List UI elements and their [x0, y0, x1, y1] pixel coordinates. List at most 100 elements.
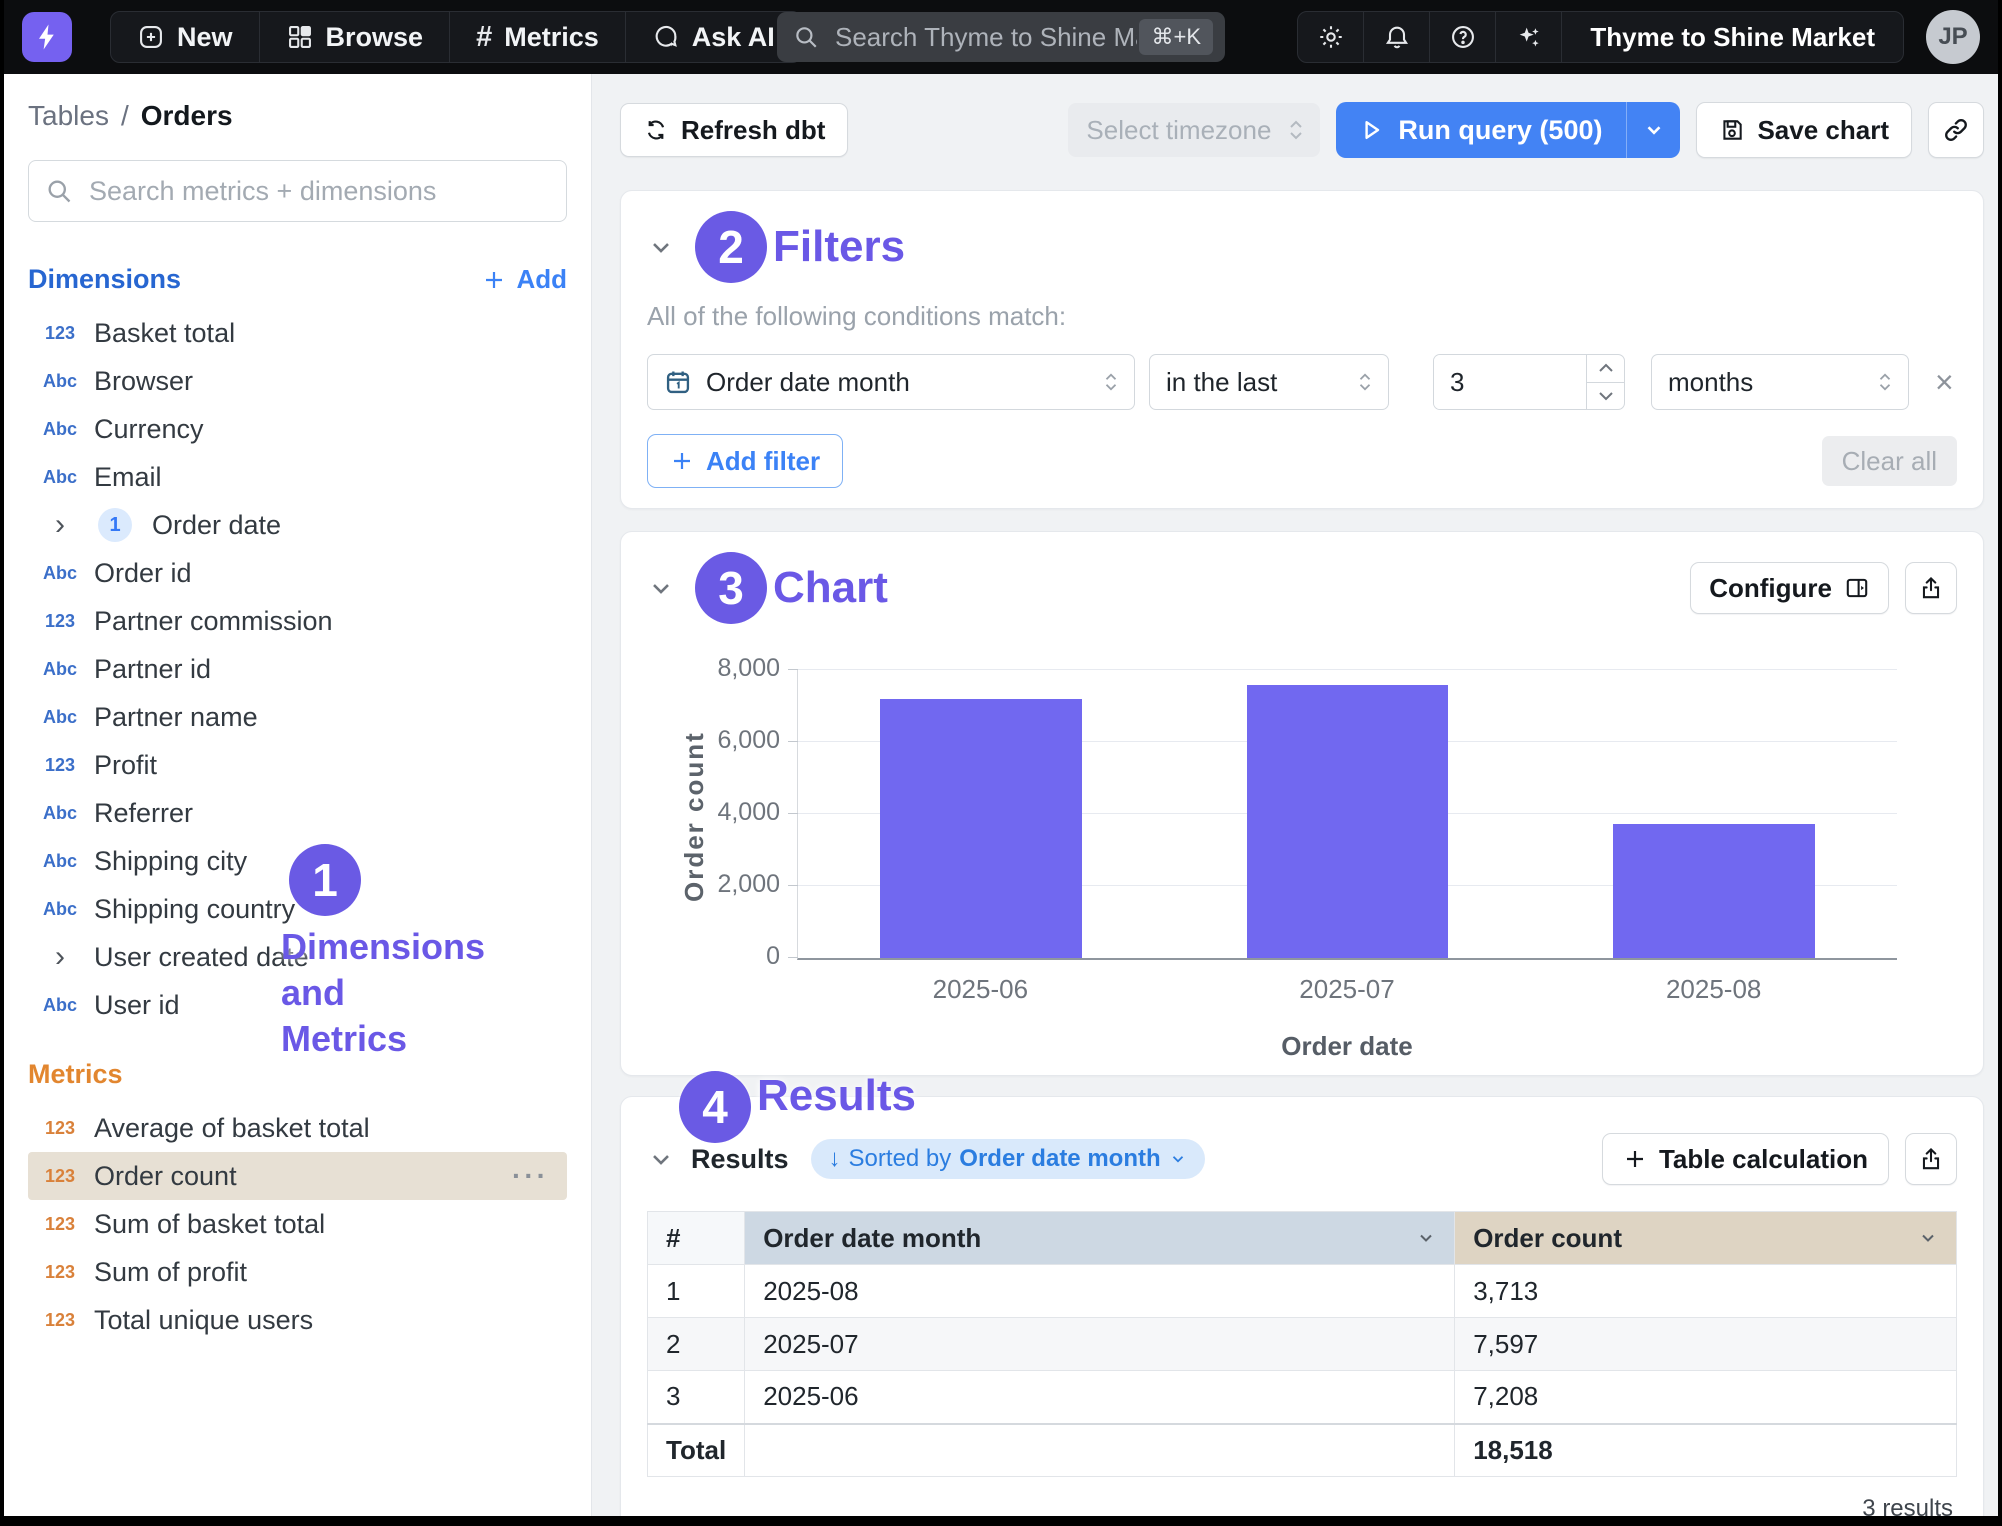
dimension-label: Basket total: [94, 318, 235, 349]
filter-operator-select[interactable]: in the last: [1149, 354, 1389, 410]
y-tick: [788, 957, 798, 958]
bar[interactable]: [1247, 685, 1448, 958]
share-link-button[interactable]: [1928, 102, 1984, 158]
dimension-item-order-date[interactable]: › 1 Order date: [28, 501, 567, 549]
nav-metrics-button[interactable]: # Metrics: [450, 12, 626, 62]
chevron-down-icon[interactable]: [1918, 1228, 1938, 1248]
chevron-right-icon[interactable]: ›: [40, 510, 80, 540]
metric-item-order-count[interactable]: 123 Order count ···: [28, 1152, 567, 1200]
dimension-item[interactable]: AbcBrowser: [28, 357, 567, 405]
chat-sparkle-icon: [652, 23, 680, 51]
y-tick-label: 8,000: [670, 654, 780, 683]
sorted-by-pill[interactable]: ↓ Sorted by Order date month: [811, 1139, 1205, 1179]
chevron-down-icon[interactable]: [1416, 1228, 1436, 1248]
dimension-item[interactable]: AbcEmail: [28, 453, 567, 501]
y-tick: [788, 813, 798, 814]
main-panel: Refresh dbt Select timezone: [592, 74, 1998, 1516]
dimension-item[interactable]: AbcOrder id: [28, 549, 567, 597]
notifications-button[interactable]: [1364, 12, 1430, 62]
string-type-icon: Abc: [40, 659, 80, 680]
dimension-label: Referrer: [94, 798, 193, 829]
metric-item[interactable]: 123Sum of profit: [28, 1248, 567, 1296]
dimension-item[interactable]: AbcPartner id: [28, 645, 567, 693]
table-row[interactable]: 3 2025-06 7,208: [648, 1371, 1957, 1424]
fields-search-input[interactable]: [87, 175, 550, 208]
settings-button[interactable]: [1298, 12, 1364, 62]
number-type-icon: 123: [40, 1118, 80, 1139]
metric-item[interactable]: 123Total unique users: [28, 1296, 567, 1344]
y-tick-label: 4,000: [670, 798, 780, 827]
dimension-item[interactable]: AbcCurrency: [28, 405, 567, 453]
dimension-item[interactable]: AbcUser id: [28, 981, 567, 1029]
collapse-results-icon[interactable]: [647, 1145, 675, 1173]
run-query-button[interactable]: Run query (500): [1336, 102, 1626, 158]
column-header-order-count[interactable]: Order count: [1455, 1212, 1957, 1265]
dimension-item[interactable]: AbcPartner name: [28, 693, 567, 741]
nav-browse-button[interactable]: Browse: [260, 12, 451, 62]
filter-field-select[interactable]: Order date month: [647, 354, 1135, 410]
chart-section: 3 Chart Configure: [620, 531, 1984, 1076]
string-type-icon: Abc: [40, 899, 80, 920]
dimension-item[interactable]: AbcShipping city: [28, 837, 567, 885]
help-button[interactable]: [1430, 12, 1496, 62]
total-value: 18,518: [1455, 1424, 1957, 1477]
plus-icon: [482, 268, 506, 292]
metric-item[interactable]: 123Sum of basket total: [28, 1200, 567, 1248]
breadcrumb-tables-link[interactable]: Tables: [28, 100, 109, 132]
org-switcher[interactable]: Thyme to Shine Market: [1562, 12, 1903, 62]
bar[interactable]: [1613, 824, 1814, 958]
metric-item[interactable]: 123Average of basket total: [28, 1104, 567, 1152]
global-search-input[interactable]: [833, 21, 1139, 54]
number-type-icon: 123: [40, 611, 80, 632]
nav-ask-ai-button[interactable]: Ask AI: [626, 12, 801, 62]
clear-all-button[interactable]: Clear all: [1822, 436, 1957, 486]
export-chart-button[interactable]: [1905, 562, 1957, 614]
dimension-item[interactable]: 123Profit: [28, 741, 567, 789]
collapse-filters-icon[interactable]: [647, 233, 675, 261]
global-search[interactable]: ⌘+K: [777, 12, 1225, 62]
export-results-button[interactable]: [1905, 1133, 1957, 1185]
chevron-right-icon[interactable]: ›: [40, 942, 80, 972]
collapse-chart-icon[interactable]: [647, 574, 675, 602]
avatar[interactable]: JP: [1926, 10, 1980, 64]
add-dimension-button[interactable]: Add: [482, 264, 567, 295]
table-row[interactable]: 2 2025-07 7,597: [648, 1318, 1957, 1371]
sorted-by-field: Order date month: [959, 1145, 1160, 1173]
selected-count-badge: 1: [98, 508, 132, 542]
row-count: 7,597: [1455, 1318, 1957, 1371]
bar[interactable]: [880, 699, 1081, 958]
refresh-dbt-button[interactable]: Refresh dbt: [620, 103, 848, 157]
table-calculation-button[interactable]: Table calculation: [1602, 1133, 1889, 1185]
total-label: Total: [648, 1424, 745, 1477]
utility-nav: Thyme to Shine Market: [1297, 11, 1904, 63]
filter-unit-select[interactable]: months: [1651, 354, 1909, 410]
annotation-2-title: Filters: [773, 222, 905, 272]
fields-search[interactable]: [28, 160, 567, 222]
column-header-order-date-month[interactable]: Order date month: [745, 1212, 1455, 1265]
nav-new-button[interactable]: New: [111, 12, 260, 62]
navbar-right: Thyme to Shine Market JP: [1297, 10, 1980, 64]
run-query-options-button[interactable]: [1626, 102, 1680, 158]
dimension-label: Profit: [94, 750, 157, 781]
table-row[interactable]: 1 2025-08 3,713: [648, 1265, 1957, 1318]
dimension-item[interactable]: 123Basket total: [28, 309, 567, 357]
nav-new-label: New: [177, 22, 233, 53]
dimension-label: Partner commission: [94, 606, 333, 637]
ai-assistant-button[interactable]: [1496, 12, 1562, 62]
dimension-item[interactable]: AbcReferrer: [28, 789, 567, 837]
stepper-up-icon[interactable]: [1587, 355, 1624, 383]
sorted-by-prefix: Sorted by: [849, 1145, 952, 1173]
configure-chart-button[interactable]: Configure: [1690, 562, 1889, 614]
dimension-item[interactable]: AbcShipping country: [28, 885, 567, 933]
dimension-item-user-created-date[interactable]: › User created date: [28, 933, 567, 981]
filter-value-field[interactable]: [1434, 355, 1586, 409]
stepper-down-icon[interactable]: [1587, 383, 1624, 410]
timezone-select[interactable]: Select timezone: [1068, 103, 1320, 157]
calendar-icon: [664, 368, 692, 396]
dimension-item[interactable]: 123 Partner commission: [28, 597, 567, 645]
remove-filter-icon[interactable]: ×: [1935, 366, 1954, 398]
add-filter-button[interactable]: Add filter: [647, 434, 843, 488]
save-chart-button[interactable]: Save chart: [1696, 102, 1912, 158]
app-logo[interactable]: [22, 12, 72, 62]
more-options-icon[interactable]: ···: [512, 1160, 549, 1192]
